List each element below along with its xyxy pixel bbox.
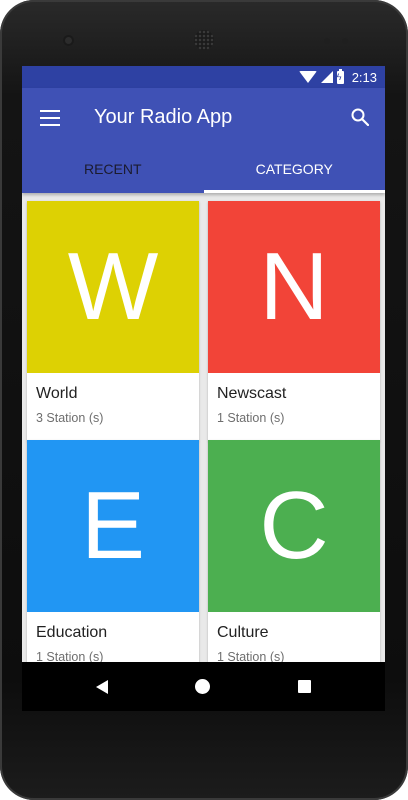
status-time: 2:13 [351, 69, 377, 85]
tab-bar: RECENT CATEGORY [22, 146, 385, 193]
search-icon[interactable] [351, 108, 369, 126]
category-name: Culture [217, 624, 269, 641]
category-card-newscast[interactable]: N Newscast 1 Station (s) [208, 201, 380, 441]
category-tile: N [208, 201, 380, 373]
category-name: Newscast [217, 385, 287, 402]
category-name: Education [36, 624, 108, 641]
sensor [324, 38, 330, 44]
category-letter: C [259, 472, 329, 579]
cell-signal-icon [320, 71, 333, 83]
recents-icon[interactable] [298, 680, 311, 693]
station-count: 1 Station (s) [217, 411, 285, 425]
tab-category[interactable]: CATEGORY [203, 146, 386, 193]
category-letter: E [80, 472, 146, 579]
category-name: World [36, 385, 78, 402]
category-letter: N [259, 233, 329, 340]
category-card-culture[interactable]: C Culture 1 Station (s) [208, 440, 380, 680]
category-tile: C [208, 440, 380, 612]
front-camera [63, 35, 74, 46]
wifi-icon [298, 71, 317, 83]
app-bar: Your Radio App RECENT CATEGORY [22, 88, 385, 193]
screen: 2:13 Your Radio App RECENT CATEGORY W [22, 66, 385, 711]
home-icon[interactable] [195, 679, 210, 694]
category-letter: W [67, 233, 159, 340]
hamburger-menu-icon[interactable] [40, 110, 60, 126]
category-card-world[interactable]: W World 3 Station (s) [27, 201, 199, 441]
category-card-education[interactable]: E Education 1 Station (s) [27, 440, 199, 680]
status-bar: 2:13 [22, 66, 385, 88]
tab-recent[interactable]: RECENT [22, 146, 204, 193]
navigation-bar [22, 662, 385, 711]
status-icons: 2:13 [298, 68, 377, 85]
app-title: Your Radio App [94, 106, 233, 128]
category-tile: W [27, 201, 199, 373]
phone-frame: 2:13 Your Radio App RECENT CATEGORY W [0, 0, 408, 800]
station-count: 3 Station (s) [36, 411, 104, 425]
category-tile: E [27, 440, 199, 612]
earpiece-speaker [194, 30, 214, 50]
battery-charging-icon [336, 68, 344, 84]
sensor [342, 38, 348, 44]
back-icon[interactable] [96, 680, 108, 694]
